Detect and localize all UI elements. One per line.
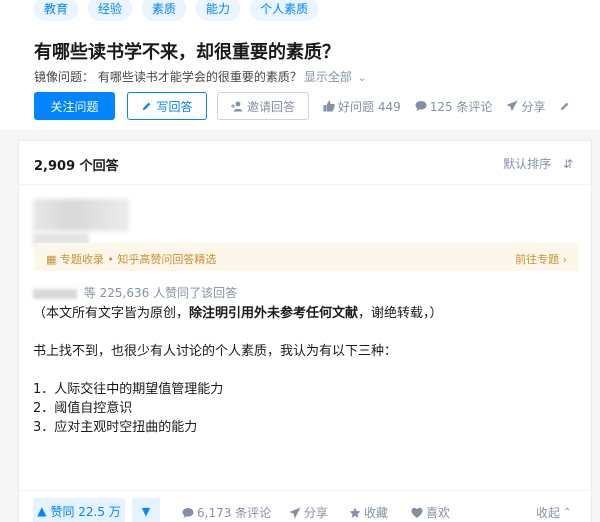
collection-link[interactable]: 前往专题 › — [515, 251, 567, 267]
vote-summary-text: 等 225,636 人赞同了该回答 — [83, 286, 238, 300]
answer-actions: ▲ 赞同 22.5 万 ▼ 6,173 条评论 分享 收藏 喜欢 收起 ⌃ — [19, 490, 591, 522]
pencil-icon — [141, 101, 152, 112]
answer-comments-label: 6,173 条评论 — [197, 506, 272, 520]
thumbs-up-icon — [323, 100, 335, 112]
sort-toggle-icon: ⇵ — [562, 157, 573, 171]
downvote-button[interactable]: ▼ — [132, 498, 160, 522]
answer-content: （本文所有文字皆为原创，除注明引用外未参考任何文献，谢绝转载，） 书上找不到，也… — [33, 304, 443, 437]
question-title[interactable]: 有哪些读书学不来，却很重要的素质？ — [34, 38, 340, 64]
mirror-question-link[interactable]: 有哪些读书才能学会的很重要的素质？ — [98, 70, 302, 84]
answer-card: 2,909 个回答 默认排序 ⇵ ▦ 专题收录 • 知乎高赞问回答精选 前往专题… — [18, 140, 592, 522]
collect-button[interactable]: 收藏 — [349, 504, 388, 521]
write-answer-button[interactable]: 写回答 — [127, 92, 207, 120]
answer-text: ，谢绝转载，） — [358, 306, 443, 321]
upvote-label: 赞同 22.5 万 — [50, 504, 121, 519]
answer-comments-button[interactable]: 6,173 条评论 — [182, 504, 271, 521]
collapse-label: 收起 — [536, 506, 561, 520]
answer-paragraph: （本文所有文字皆为原创，除注明引用外未参考任何文献，谢绝转载，） — [33, 304, 443, 323]
answer-bold-text: 除注明引用外未参考任何文献 — [189, 306, 359, 321]
write-answer-label: 写回答 — [156, 99, 193, 114]
answer-paragraph: 书上找不到，也很少有人讨论的个人素质，我认为有以下三种： — [33, 344, 398, 359]
topic-tag[interactable]: 教育 — [34, 0, 79, 21]
voter-names-blurred — [33, 288, 77, 299]
answer-count: 2,909 个回答 — [34, 159, 119, 174]
list-item: 2．阈值自控意识 — [33, 401, 133, 416]
list-item: 3．应对主观时空扭曲的能力 — [33, 420, 198, 435]
topic-tag[interactable]: 素质 — [142, 0, 187, 21]
collection-label: 专题收录 • 知乎高赞问回答精选 — [59, 253, 217, 266]
answer-text: （本文所有文字皆为原创， — [33, 306, 190, 321]
answer-list-header: 2,909 个回答 默认排序 ⇵ — [19, 141, 591, 185]
question-share-label: 分享 — [521, 99, 546, 114]
chevron-up-icon: ⌃ — [563, 507, 572, 518]
upvote-button[interactable]: ▲ 赞同 22.5 万 — [33, 498, 125, 522]
sort-label: 默认排序 — [503, 157, 552, 171]
answer-share-label: 分享 — [304, 506, 329, 520]
question-share-button[interactable]: 分享 — [506, 98, 545, 115]
pencil-icon — [559, 101, 570, 112]
show-all-button[interactable]: 显示全部 — [304, 70, 352, 84]
chevron-right-icon: › — [562, 253, 567, 266]
like-button[interactable]: 喜欢 — [411, 504, 450, 521]
question-header: 教育 经验 素质 能力 个人素质 有哪些读书学不来，却很重要的素质？ 镜像问题：… — [0, 0, 600, 130]
good-question-label: 好问题 449 — [338, 99, 401, 114]
collection-banner[interactable]: ▦ 专题收录 • 知乎高赞问回答精选 前往专题 › — [34, 243, 579, 271]
question-actions: 关注问题 写回答 邀请回答 好问题 449 125 条评论 分享 — [34, 92, 570, 120]
edit-question-button[interactable] — [559, 101, 570, 112]
collection-label-wrap: ▦ 专题收录 • 知乎高赞问回答精选 — [46, 251, 216, 267]
star-icon — [349, 507, 361, 519]
heart-icon — [411, 507, 423, 519]
question-comments-label: 125 条评论 — [429, 99, 493, 114]
comment-icon — [415, 100, 427, 112]
invite-answer-label: 邀请回答 — [246, 99, 295, 114]
mirror-question: 镜像问题： 有哪些读书才能学会的很重要的素质？ 显示全部 ⌄ — [34, 68, 366, 85]
vote-summary: 等 225,636 人赞同了该回答 — [33, 284, 237, 301]
mirror-label: 镜像问题： — [34, 70, 95, 84]
add-user-icon — [230, 101, 243, 112]
collection-link-label: 前往专题 — [515, 253, 560, 266]
invite-answer-button[interactable]: 邀请回答 — [217, 92, 309, 120]
triangle-up-icon: ▲ — [37, 504, 47, 518]
triangle-down-icon: ▼ — [141, 504, 151, 518]
like-label: 喜欢 — [426, 506, 451, 520]
sort-dropdown[interactable]: 默认排序 ⇵ — [503, 155, 573, 172]
follow-question-button[interactable]: 关注问题 — [34, 92, 115, 120]
good-question-button[interactable]: 好问题 449 — [323, 98, 401, 115]
topic-list: 教育 经验 素质 能力 个人素质 — [34, 0, 319, 21]
collect-label: 收藏 — [364, 506, 389, 520]
question-comments-button[interactable]: 125 条评论 — [415, 98, 493, 115]
book-icon: ▦ — [46, 253, 57, 266]
topic-tag[interactable]: 个人素质 — [250, 0, 319, 21]
comment-icon — [182, 507, 194, 519]
collapse-button[interactable]: 收起 ⌃ — [536, 504, 571, 521]
share-icon — [289, 507, 301, 519]
share-icon — [506, 100, 518, 112]
chevron-down-icon[interactable]: ⌄ — [358, 73, 366, 84]
topic-tag[interactable]: 经验 — [88, 0, 133, 21]
list-item: 1．人际交往中的期望值管理能力 — [33, 382, 224, 397]
author-info-blurred[interactable] — [33, 199, 129, 231]
topic-tag[interactable]: 能力 — [196, 0, 241, 21]
answer-share-button[interactable]: 分享 — [289, 504, 328, 521]
